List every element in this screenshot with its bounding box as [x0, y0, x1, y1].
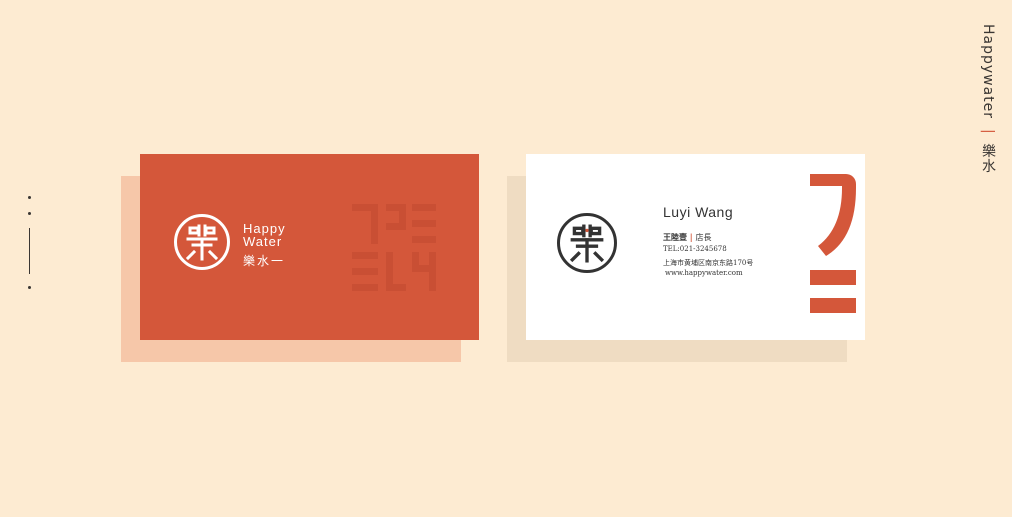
brand-english-name: Happy Water	[243, 222, 286, 248]
business-card-back: Luyi Wang 王陸壹 | 店長 TEL:021-3245678 上海市黄埔…	[526, 154, 865, 340]
brand-en: Happywater	[980, 24, 996, 120]
business-card-front: Happy Water 樂水一	[140, 154, 479, 340]
brand-mark-icon	[810, 174, 856, 313]
logo-glyph-icon	[185, 224, 219, 261]
page-dot[interactable]	[28, 212, 31, 215]
logo-circle	[174, 214, 230, 270]
logo-circle	[557, 213, 617, 273]
brand-cn: 樂水	[980, 143, 996, 174]
page-dot[interactable]	[28, 196, 31, 199]
brand-chinese-name: 樂水一	[243, 254, 286, 268]
website: www.happywater.com	[665, 269, 743, 277]
role-separator: |	[689, 232, 693, 242]
person-cn-role: 王陸壹 | 店長	[663, 232, 712, 243]
telephone: TEL:021-3245678	[663, 245, 727, 253]
address: 上海市黄埔区南京东路170号	[663, 259, 754, 267]
logo-glyph-icon	[569, 224, 605, 263]
brand-en-line2: Water	[243, 234, 283, 249]
brand-vertical-title: Happywater | 樂水	[978, 24, 998, 174]
brand-separator: |	[980, 128, 996, 135]
page-dot-active[interactable]	[29, 228, 30, 274]
person-name: Luyi Wang	[663, 204, 734, 220]
person-cn-name: 王陸壹	[663, 232, 687, 242]
page-dot[interactable]	[28, 286, 31, 289]
person-role: 店長	[695, 233, 712, 242]
logo-watermark-icon	[352, 204, 436, 291]
